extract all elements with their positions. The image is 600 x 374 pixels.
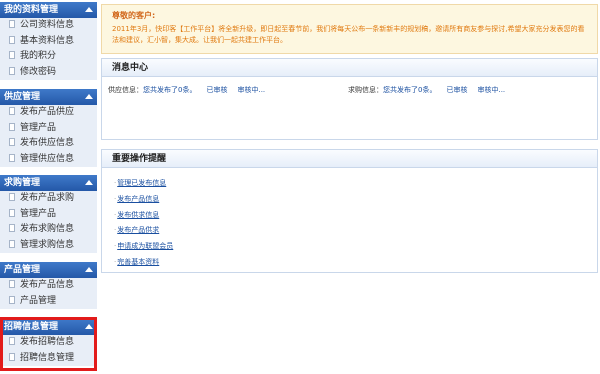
sidebar-item-company-info[interactable]: 公司资料信息 [0,18,97,34]
document-icon [9,208,15,217]
sidebar-item-publish-product-info[interactable]: 发布产品信息 [0,278,97,294]
operations-list: 管理已发布信息 发布产品信息 发布供求信息 发布产品供求 申请成为联盟会员 完善… [102,168,597,273]
purchase-count-link[interactable]: 您共发布了0条。 [383,86,436,94]
sidebar-section-profile: 我的资料管理 公司资料信息 基本资料信息 我的积分 修改密码 [0,2,97,80]
purchase-approved-link[interactable]: 已审核 [446,86,467,94]
section-title: 求购管理 [4,178,41,188]
document-icon [9,224,15,232]
sidebar-item-label: 发布供应信息 [20,138,75,148]
sidebar-item-publish-purchase-info[interactable]: 发布求购信息 [0,222,97,238]
sidebar-item-label: 管理求购信息 [20,239,75,250]
document-icon [9,138,15,146]
sidebar-item-label: 发布产品信息 [20,280,75,290]
sidebar-item-label: 发布产品供应 [20,107,75,117]
section-title: 供应管理 [4,92,41,102]
section-title: 产品管理 [4,265,41,275]
sidebar-item-product-management[interactable]: 产品管理 [0,294,97,310]
sidebar-item-manage-products[interactable]: 管理产品 [0,207,97,223]
op-link-apply-alliance-member[interactable]: 申请成为联盟会员 [114,241,597,257]
supply-pending-link[interactable]: 审核中... [237,86,265,94]
supply-info-row: 供应信息：您共发布了0条。 已审核 审核中... [108,85,265,95]
notice-greeting: 尊敬的客户: [112,11,156,20]
document-icon [9,153,15,162]
collapse-icon[interactable] [85,267,93,272]
section-header[interactable]: 产品管理 [0,262,97,278]
supply-label: 供应信息： [108,86,143,94]
sidebar-item-label: 发布求购信息 [20,224,75,234]
sidebar-section-supply: 供应管理 发布产品供应 管理产品 发布供应信息 管理供应信息 [0,89,97,167]
op-link-complete-basic-info[interactable]: 完善基本资料 [114,257,597,273]
section-header[interactable]: 求购管理 [0,175,97,191]
collapse-icon[interactable] [85,180,93,185]
panel-title: 消息中心 [102,59,597,77]
sidebar-item-publish-product-supply[interactable]: 发布产品供应 [0,105,97,121]
message-center-panel: 消息中心 供应信息：您共发布了0条。 已审核 审核中... 求购信息：您共发布了0条… [101,58,598,140]
sidebar-item-label: 公司资料信息 [20,20,75,30]
highlight-box [0,317,97,371]
sidebar-item-manage-supply-info[interactable]: 管理供应信息 [0,152,97,168]
purchase-info-row: 求购信息：您共发布了0条。 已审核 审核中... [348,85,505,95]
notice-banner: 尊敬的客户: 2011年3月，快印客【工作平台】将全新升级，即日起至春节前，我们… [101,4,598,54]
sidebar-item-manage-purchase-info[interactable]: 管理求购信息 [0,238,97,254]
document-icon [9,239,15,248]
supply-count-link[interactable]: 您共发布了0条。 [143,86,196,94]
sidebar-item-publish-supply-info[interactable]: 发布供应信息 [0,136,97,152]
sidebar-item-label: 管理产品 [20,208,57,219]
purchase-label: 求购信息： [348,86,383,94]
sidebar-section-purchase: 求购管理 发布产品求购 管理产品 发布求购信息 管理求购信息 [0,175,97,253]
purchase-pending-link[interactable]: 审核中... [477,86,505,94]
document-icon [9,122,15,131]
op-link-manage-published[interactable]: 管理已发布信息 [114,178,597,194]
document-icon [9,280,15,288]
sidebar-item-label: 修改密码 [20,66,57,77]
document-icon [9,20,15,28]
sidebar-item-label: 管理产品 [20,122,57,133]
panel-title: 重要操作提醒 [102,150,597,168]
section-header[interactable]: 我的资料管理 [0,2,97,18]
sidebar-section-products: 产品管理 发布产品信息 产品管理 [0,262,97,309]
supply-approved-link[interactable]: 已审核 [206,86,227,94]
document-icon [9,35,15,44]
document-icon [9,295,15,304]
document-icon [9,51,15,59]
sidebar-item-label: 管理供应信息 [20,153,75,164]
document-icon [9,107,15,115]
sidebar-item-my-points[interactable]: 我的积分 [0,49,97,65]
section-title: 我的资料管理 [4,5,59,15]
document-icon [9,193,15,201]
sidebar-item-change-password[interactable]: 修改密码 [0,65,97,81]
op-link-publish-supply-demand[interactable]: 发布供求信息 [114,210,597,226]
notice-body: 2011年3月，快印客【工作平台】将全新升级，即日起至春节前，我们将每天公布一条… [112,25,585,44]
collapse-icon[interactable] [85,7,93,12]
sidebar-item-label: 产品管理 [20,295,57,306]
document-icon [9,66,15,75]
sidebar-item-label: 基本资料信息 [20,35,75,46]
sidebar-item-manage-products[interactable]: 管理产品 [0,121,97,137]
collapse-icon[interactable] [85,94,93,99]
sidebar-item-publish-product-purchase[interactable]: 发布产品求购 [0,191,97,207]
section-header[interactable]: 供应管理 [0,89,97,105]
op-link-publish-product-info[interactable]: 发布产品信息 [114,194,597,210]
sidebar-item-basic-info[interactable]: 基本资料信息 [0,34,97,50]
sidebar-item-label: 我的积分 [20,51,57,61]
sidebar-item-label: 发布产品求购 [20,193,75,203]
sidebar: 我的资料管理 公司资料信息 基本资料信息 我的积分 修改密码 供应管理 发布产品… [0,0,97,374]
op-link-publish-product-supply-demand[interactable]: 发布产品供求 [114,225,597,241]
operations-panel: 重要操作提醒 管理已发布信息 发布产品信息 发布供求信息 发布产品供求 申请成为… [101,149,598,273]
